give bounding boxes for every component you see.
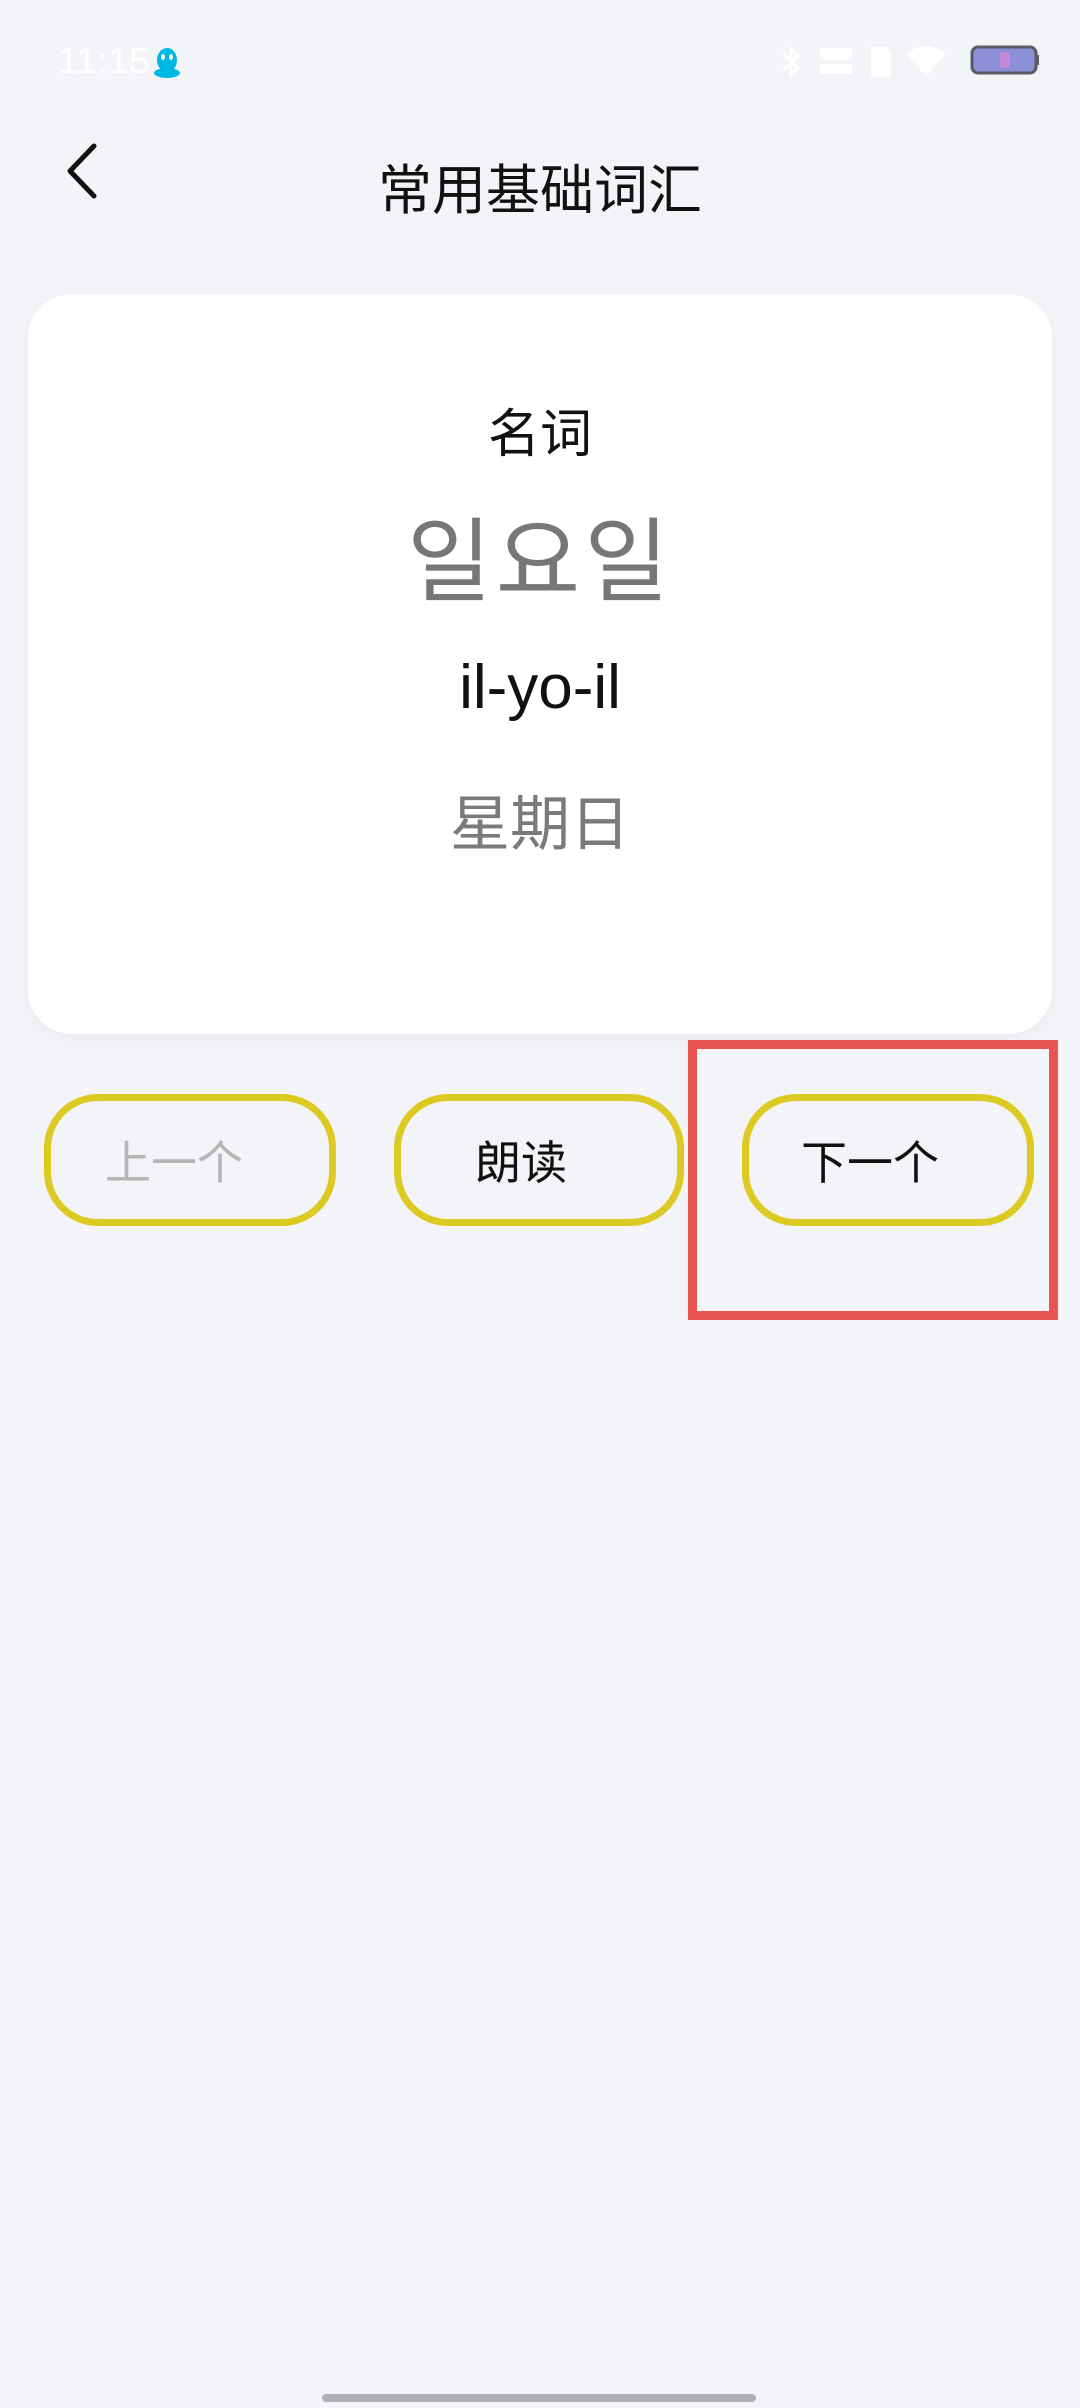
sim-icon xyxy=(871,47,891,77)
highlight-box xyxy=(688,1040,1058,1320)
part-of-speech: 名词 xyxy=(487,405,592,465)
qq-penguin-icon xyxy=(154,48,180,78)
screen: 11:15 常用基础词汇 名词 일요일 il-yo-il 星期日 上一个 朗读 … xyxy=(0,0,1080,2408)
chinese-meaning: 星期日 xyxy=(450,790,630,860)
status-time: 11:15 xyxy=(58,40,151,81)
previous-button-label: 上一个 xyxy=(105,1136,243,1190)
battery-icon xyxy=(970,45,1039,75)
previous-button[interactable]: 上一个 xyxy=(44,1094,336,1226)
status-bar: 11:15 xyxy=(0,0,1080,130)
home-indicator[interactable] xyxy=(322,2394,756,2402)
word-card: 名词 일요일 il-yo-il 星期日 xyxy=(28,294,1052,1034)
romanization: il-yo-il xyxy=(459,653,621,722)
read-aloud-button[interactable]: 朗读 xyxy=(394,1094,684,1226)
korean-word: 일요일 xyxy=(407,509,673,616)
network-speed-icon xyxy=(820,48,852,74)
wifi-icon xyxy=(906,46,946,76)
read-aloud-button-label: 朗读 xyxy=(475,1136,567,1190)
page-title: 常用基础词汇 xyxy=(378,159,702,222)
bluetooth-icon xyxy=(782,45,801,79)
